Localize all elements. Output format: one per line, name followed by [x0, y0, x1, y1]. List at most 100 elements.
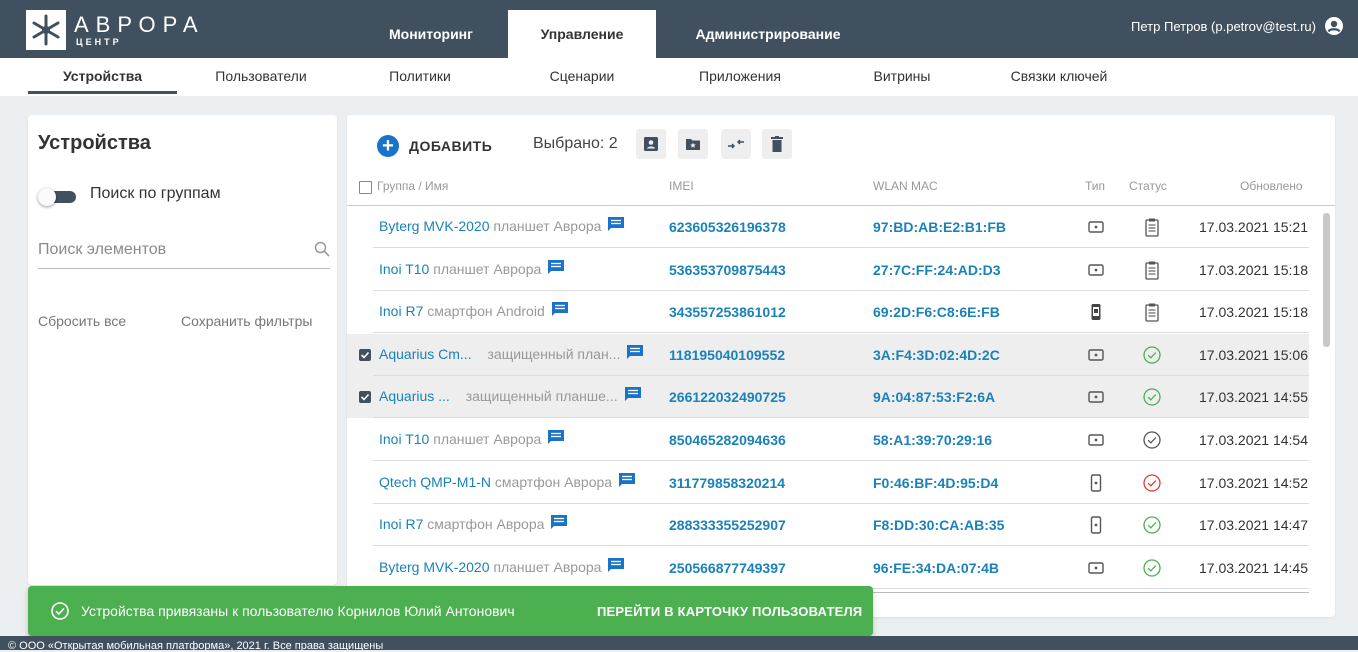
device-imei[interactable]: 311779858320214	[669, 475, 785, 491]
save-filters-link[interactable]: Сохранить фильтры	[181, 313, 312, 329]
subtab-keychains[interactable]: Связки ключей	[994, 58, 1124, 94]
subtab-users[interactable]: Пользователи	[196, 58, 326, 94]
device-wlan-mac[interactable]: F0:46:BF:4D:95:D4	[873, 475, 998, 491]
subtab-devices[interactable]: Устройства	[28, 58, 177, 94]
delete-icon	[771, 136, 783, 152]
device-name: Byterg MVK-2020	[379, 218, 490, 234]
logo[interactable]: АВРОРА ЦЕНТР	[26, 10, 216, 50]
success-toast: Устройства привязаны к пользователю Корн…	[28, 586, 873, 636]
device-name-link[interactable]: Inoi R7 смартфон Android	[379, 303, 545, 319]
table-row[interactable]: Aquarius Cm... защищенный план... 1181950…	[347, 333, 1309, 376]
toast-open-user-card-button[interactable]: ПЕРЕЙТИ В КАРТОЧКУ ПОЛЬЗОВАТЕЛЯ	[597, 604, 862, 619]
subtab-policies[interactable]: Политики	[360, 58, 480, 94]
subtab-showcases[interactable]: Витрины	[842, 58, 962, 94]
group-search-toggle[interactable]	[38, 188, 76, 206]
row-checkbox[interactable]	[359, 391, 371, 404]
android-phone-icon	[1088, 303, 1104, 321]
device-wlan-mac[interactable]: 27:7C:FF:24:AD:D3	[873, 262, 1001, 278]
message-icon[interactable]	[547, 429, 565, 445]
device-name: Byterg MVK-2020	[379, 558, 490, 575]
filter-panel-title: Устройства	[38, 132, 151, 154]
message-icon[interactable]	[607, 557, 625, 573]
device-name-link[interactable]: Byterg MVK-2020 планшет Аврора	[379, 559, 601, 575]
device-wlan-mac[interactable]: 58:A1:39:70:29:16	[873, 432, 992, 448]
device-wlan-mac[interactable]: F8:DD:30:CA:AB:35	[873, 517, 1004, 533]
clipboard-status-icon	[1142, 217, 1162, 237]
header-imei[interactable]: IMEI	[669, 179, 694, 193]
message-icon[interactable]	[607, 216, 625, 232]
device-type-label: смартфон Аврора	[427, 516, 545, 533]
message-icon[interactable]	[547, 259, 565, 275]
subtab-scenarios[interactable]: Сценарии	[522, 58, 642, 94]
message-icon[interactable]	[551, 301, 569, 317]
message-icon[interactable]	[624, 386, 642, 402]
folder-star-icon	[686, 139, 700, 150]
device-type-label: защищенный планше...	[465, 388, 618, 405]
subtab-applications[interactable]: Приложения	[680, 58, 800, 94]
device-name: Aquarius Cm...	[379, 345, 472, 362]
device-imei[interactable]: 850465282094636	[669, 432, 786, 448]
device-updated-at: 17.03.2021 14:55	[1199, 389, 1308, 406]
table-row[interactable]: Inoi T10 планшет Аврора 536353709875443 27…	[347, 249, 1309, 291]
header-status[interactable]: Статус	[1129, 179, 1167, 193]
device-imei[interactable]: 623605326196378	[669, 219, 786, 235]
filter-panel: Устройства Поиск по группам Поиск элемен…	[28, 115, 337, 585]
device-name-link[interactable]: Inoi R7 смартфон Аврора	[379, 516, 544, 532]
brand-name: АВРОРА	[74, 12, 205, 37]
add-to-group-button[interactable]	[678, 129, 708, 159]
device-wlan-mac[interactable]: 69:2D:F6:C8:6E:FB	[873, 304, 1000, 320]
footer: © ООО «Открытая мобильная платформа», 20…	[0, 636, 1358, 652]
device-name: Inoi R7	[379, 516, 424, 533]
tablet-icon	[1088, 559, 1104, 577]
table-scrollbar[interactable]	[1323, 213, 1330, 347]
device-updated-at: 17.03.2021 14:45	[1199, 559, 1308, 576]
message-icon[interactable]	[550, 514, 568, 530]
device-type-label: защищенный план...	[487, 345, 621, 362]
device-imei[interactable]: 343557253861012	[669, 304, 786, 320]
table-row[interactable]: Inoi R7 смартфон Android 343557253861012 6…	[347, 291, 1309, 334]
message-icon[interactable]	[626, 344, 644, 360]
search-input[interactable]: Поиск элементов	[38, 238, 330, 269]
device-name-link[interactable]: Inoi T10 планшет Аврора	[379, 431, 541, 447]
select-all-checkbox[interactable]	[359, 181, 372, 194]
table-row[interactable]: Inoi R7 смартфон Аврора 288333355252907 F8…	[347, 504, 1309, 547]
add-button[interactable]: + ДОБАВИТЬ	[377, 134, 492, 158]
tab-monitoring[interactable]: Мониторинг	[356, 10, 506, 58]
device-name-link[interactable]: Aquarius ... защищенный планше...	[379, 388, 618, 404]
transfer-button[interactable]	[721, 129, 751, 159]
row-checkbox[interactable]	[359, 348, 371, 361]
header-name[interactable]: Группа / Имя	[377, 179, 448, 193]
message-icon[interactable]	[618, 472, 636, 488]
tab-management[interactable]: Управление	[508, 10, 656, 58]
user-menu[interactable]: Петр Петров (p.petrov@test.ru)	[1131, 16, 1344, 36]
device-imei[interactable]: 536353709875443	[669, 262, 786, 278]
device-imei[interactable]: 288333355252907	[669, 517, 786, 533]
device-name-link[interactable]: Byterg MVK-2020 планшет Аврора	[379, 218, 601, 234]
device-wlan-mac[interactable]: 9A:04:87:53:F2:6A	[873, 389, 995, 405]
table-row[interactable]: Inoi T10 планшет Аврора 850465282094636 58…	[347, 419, 1309, 461]
device-wlan-mac[interactable]: 97:BD:AB:E2:B1:FB	[873, 219, 1006, 235]
table-row[interactable]: Qtech QMP-M1-N смартфон Аврора 3117798583…	[347, 462, 1309, 504]
device-imei[interactable]: 266122032490725	[669, 389, 786, 405]
device-wlan-mac[interactable]: 3A:F4:3D:02:4D:2C	[873, 347, 1000, 363]
assign-user-button[interactable]	[636, 129, 666, 159]
header-mac[interactable]: WLAN MAC	[873, 179, 938, 193]
table-row[interactable]: Aquarius ... защищенный планше... 2661220…	[347, 376, 1309, 419]
device-imei[interactable]: 250566877749397	[669, 560, 786, 576]
device-wlan-mac[interactable]: 96:FE:34:DA:07:4B	[873, 560, 999, 576]
search-placeholder: Поиск элементов	[38, 241, 167, 258]
clipboard-status-icon	[1142, 302, 1162, 322]
header-updated[interactable]: Обновлено	[1240, 179, 1303, 193]
device-name-link[interactable]: Inoi T10 планшет Аврора	[379, 261, 541, 277]
device-name: Inoi R7	[379, 303, 424, 320]
device-type-label: смартфон Android	[427, 303, 545, 320]
device-name-link[interactable]: Qtech QMP-M1-N смартфон Аврора	[379, 474, 612, 490]
table-row[interactable]: Byterg MVK-2020 планшет Аврора 6236053261…	[347, 206, 1309, 248]
tab-administration[interactable]: Администрирование	[668, 10, 868, 58]
device-name-link[interactable]: Aquarius Cm... защищенный план...	[379, 346, 620, 362]
device-imei[interactable]: 118195040109552	[669, 347, 785, 363]
table-row[interactable]: Byterg MVK-2020 планшет Аврора 2505668777…	[347, 547, 1309, 589]
delete-button[interactable]	[762, 129, 792, 159]
reset-filters-link[interactable]: Сбросить все	[38, 313, 126, 329]
header-type[interactable]: Тип	[1085, 179, 1105, 193]
